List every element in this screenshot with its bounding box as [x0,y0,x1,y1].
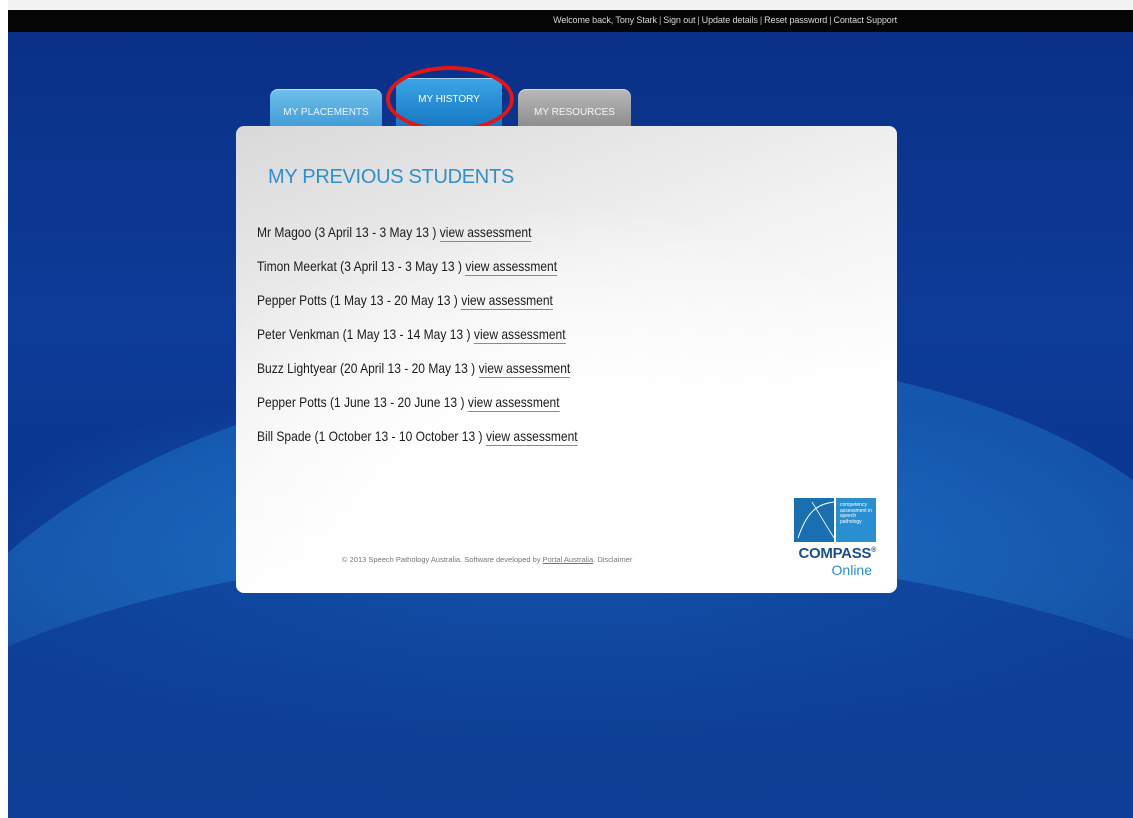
view-assessment-link[interactable]: view assessment [439,224,532,242]
student-name: Pepper Potts (1 May 13 - 20 May 13 ) [257,292,458,308]
view-assessment-link[interactable]: view assessment [478,360,571,378]
student-name: Buzz Lightyear (20 April 13 - 20 May 13 … [257,360,476,376]
compass-logo: competency assessment in speech patholog… [794,498,876,588]
logo-online: Online [831,562,872,578]
window-left-edge [0,0,8,818]
sign-out-link[interactable]: Sign out [663,15,695,25]
welcome-text: Welcome back, Tony Stark [553,15,657,25]
view-assessment-link[interactable]: view assessment [467,394,560,412]
update-details-link[interactable]: Update details [702,15,758,25]
disclaimer-link[interactable]: Disclaimer [597,555,632,564]
view-assessment-link[interactable]: view assessment [473,326,566,344]
student-name: Mr Magoo (3 April 13 - 3 May 13 ) [257,224,437,240]
tab-my-history[interactable]: MY HISTORY [396,78,502,126]
student-name: Pepper Potts (1 June 13 - 20 June 13 ) [257,394,465,410]
copyright-text: © 2013 Speech Pathology Australia. Softw… [342,555,541,564]
view-assessment-link[interactable]: view assessment [465,258,558,276]
student-name: Timon Meerkat (3 April 13 - 3 May 13 ) [257,258,462,274]
logo-wordmark: COMPASS® [798,545,877,562]
view-assessment-link[interactable]: view assessment [461,292,553,310]
student-item: Peter Venkman (1 May 13 - 14 May 13 ) vie… [257,326,578,360]
student-item: Bill Spade (1 October 13 - 10 October 13… [257,428,578,462]
student-item: Buzz Lightyear (20 April 13 - 20 May 13 … [257,360,578,394]
student-item: Pepper Potts (1 May 13 - 20 May 13 ) view… [257,292,578,326]
logo-tagline: competency assessment in speech patholog… [840,502,872,525]
history-panel: MY PREVIOUS STUDENTS Mr Magoo (3 April 1… [236,126,897,593]
tab-my-placements[interactable]: MY PLACEMENTS [270,89,382,129]
tab-my-resources[interactable]: MY RESOURCES [518,89,631,129]
student-name: Peter Venkman (1 May 13 - 14 May 13 ) [257,326,471,342]
top-links: Welcome back, Tony Stark | Sign out | Update… [553,15,897,25]
panel-title: MY PREVIOUS STUDENTS [268,166,514,188]
contact-support-link[interactable]: Contact Support [833,15,897,25]
footer: © 2013 Speech Pathology Australia. Softw… [342,555,633,564]
student-item: Pepper Potts (1 June 13 - 20 June 13 ) vi… [257,394,578,428]
logo-mark: competency assessment in speech patholog… [794,498,876,543]
portal-australia-link[interactable]: Portal Australia [543,555,593,564]
students-list: Mr Magoo (3 April 13 - 3 May 13 ) view as… [257,224,630,462]
reset-password-link[interactable]: Reset password [764,15,827,25]
student-item: Mr Magoo (3 April 13 - 3 May 13 ) view as… [257,224,578,258]
student-name: Bill Spade (1 October 13 - 10 October 13… [257,428,483,444]
window-top-edge [0,0,1133,10]
view-assessment-link[interactable]: view assessment [485,428,578,446]
student-item: Timon Meerkat (3 April 13 - 3 May 13 ) vi… [257,258,578,292]
